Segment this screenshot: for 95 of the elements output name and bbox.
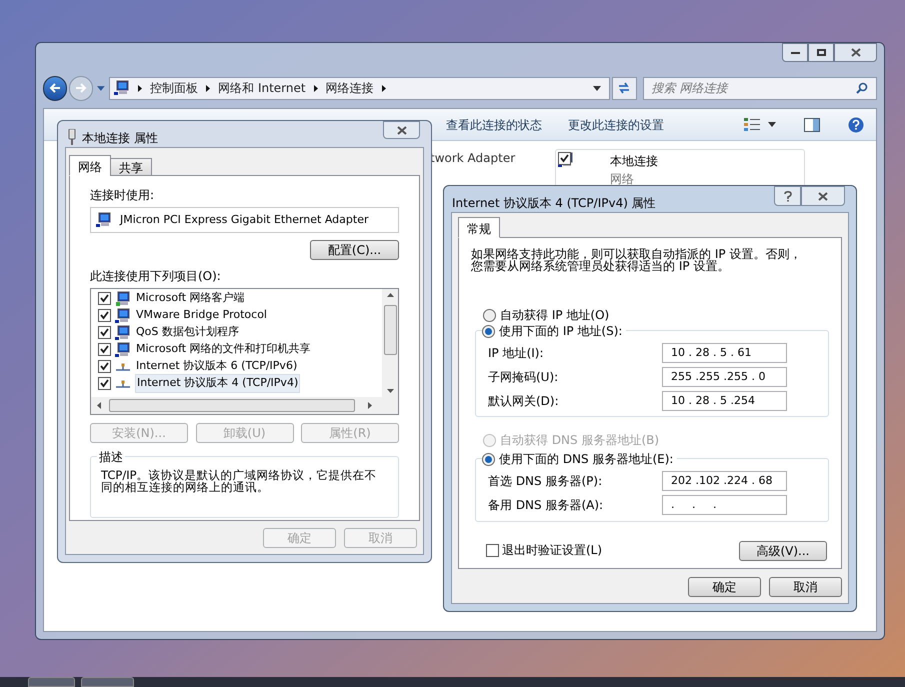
section-label: 连接时使用:: [90, 187, 156, 204]
connection-type: 网络: [610, 171, 636, 188]
computer-icon: [115, 324, 131, 340]
dialog-title: 本地连接 属性: [82, 130, 158, 147]
dropdown-caret-icon[interactable]: [592, 86, 601, 90]
tab[interactable]: 常规: [458, 217, 500, 238]
chevron-icon: [138, 84, 142, 92]
radio-button[interactable]: [482, 452, 495, 466]
view-options-icon[interactable]: [744, 118, 760, 132]
scroll-down-arrow-icon[interactable]: [386, 389, 394, 393]
close-icon: [818, 192, 828, 200]
close-button[interactable]: [801, 186, 845, 206]
description-text: TCP/IP。该协议是默认的广域网络协议，它提供在不同的相互连接的网络上的通讯。: [101, 469, 378, 493]
network-adapter-icon: [96, 212, 112, 228]
protocol-icon: [115, 362, 131, 370]
section-label: 此连接使用下列项目(O):: [90, 268, 222, 285]
back-button[interactable]: [43, 76, 68, 100]
connection-name: 本地连接: [610, 153, 658, 170]
ip-address-field[interactable]: 10 . 28 . 5 .254: [662, 391, 787, 411]
dialog-button[interactable]: 高级(V)...: [739, 541, 827, 561]
radio-button[interactable]: [483, 308, 496, 322]
field-label: IP 地址(I):: [488, 345, 545, 362]
close-icon: [850, 48, 860, 57]
horizontal-scrollbar[interactable]: [91, 397, 398, 414]
preview-pane-icon[interactable]: [804, 118, 820, 132]
scroll-right-arrow-icon[interactable]: [368, 402, 372, 409]
list-item[interactable]: Internet 协议版本 6 (TCP/IPv6): [135, 358, 298, 375]
radio-button[interactable]: [482, 324, 495, 338]
list-item[interactable]: Microsoft 网络客户端: [135, 290, 246, 307]
ip-address-field[interactable]: 255 .255 .255 . 0: [662, 367, 787, 387]
tab[interactable]: 网络: [69, 155, 111, 176]
scroll-up-arrow-icon[interactable]: [386, 293, 394, 297]
chevron-icon: [382, 84, 386, 92]
list-item[interactable]: QoS 数据包计划程序: [135, 324, 240, 341]
field-label: 首选 DNS 服务器(P):: [488, 473, 604, 490]
close-button[interactable]: [834, 43, 877, 62]
breadcrumb-item[interactable]: 网络和 Internet: [218, 79, 306, 97]
checkbox[interactable]: [98, 343, 111, 356]
list-item[interactable]: VMware Bridge Protocol: [135, 307, 268, 324]
checkbox[interactable]: [486, 544, 499, 556]
checkbox-label: 退出时验证设置(L): [502, 542, 602, 559]
right-arrow-icon: [75, 83, 88, 93]
dropdown-caret-icon[interactable]: [768, 122, 776, 127]
toolbar-command[interactable]: 查看此连接的状态: [446, 116, 542, 134]
list-item[interactable]: Microsoft 网络的文件和打印机共享: [135, 341, 312, 358]
field-label: 默认网关(D):: [488, 393, 560, 410]
toolbar-command[interactable]: 更改此连接的设置: [568, 116, 664, 134]
refresh-icon: [617, 82, 632, 94]
refresh-button[interactable]: [612, 76, 637, 100]
dialog-button[interactable]: 配置(C)...: [310, 240, 399, 260]
chevron-icon: [314, 84, 318, 92]
tab[interactable]: 共享: [110, 158, 152, 176]
computer-icon: [115, 290, 131, 306]
adapter-field: JMicron PCI Express Gigabit Ethernet Adapter: [90, 207, 399, 233]
field-label: 备用 DNS 服务器(A):: [488, 497, 604, 514]
network-plug-icon: [68, 129, 76, 145]
group-title: 描述: [97, 448, 125, 466]
radio-label: 自动获得 IP 地址(O): [500, 307, 610, 324]
ip-address-field[interactable]: . . .: [662, 495, 787, 515]
dialog-button[interactable]: 确定: [688, 577, 761, 597]
checkbox[interactable]: [558, 152, 572, 165]
scroll-left-arrow-icon[interactable]: [97, 402, 101, 409]
dialog-button[interactable]: 取消: [769, 577, 842, 597]
field-label: 子网掩码(U):: [488, 369, 560, 386]
checkbox[interactable]: [98, 377, 111, 390]
help-icon[interactable]: [848, 116, 864, 132]
intro-text: 如果网络支持此功能，则可以获取自动指派的 IP 设置。否则，您需要从网络系统管理员处获得适当的 IP 设置。: [470, 248, 802, 272]
computer-icon: [115, 342, 131, 358]
breadcrumb-item[interactable]: 网络连接: [326, 79, 374, 97]
radio-label: 使用下面的 IP 地址(S):: [499, 323, 622, 340]
help-button[interactable]: [774, 186, 801, 206]
control-panel-icon: [114, 80, 130, 96]
help-icon: [784, 190, 792, 202]
list-item[interactable]: Internet 协议版本 4 (TCP/IPv4): [135, 374, 300, 393]
maximize-button[interactable]: [808, 43, 834, 62]
radio-label: 使用下面的 DNS 服务器地址(E):: [499, 451, 674, 468]
search-field[interactable]: 搜索 网络连接: [642, 76, 877, 100]
ip-address-field[interactable]: 10 . 28 . 5 . 61: [662, 343, 787, 363]
minimize-button[interactable]: [782, 43, 808, 62]
checkbox[interactable]: [98, 292, 111, 305]
chevron-icon: [206, 84, 210, 92]
close-button[interactable]: [383, 121, 420, 139]
breadcrumb-item[interactable]: 控制面板: [150, 79, 198, 97]
search-icon: [856, 82, 868, 94]
vertical-scrollbar[interactable]: [382, 289, 398, 397]
close-icon: [396, 126, 406, 134]
computer-icon: [115, 308, 131, 324]
checkbox[interactable]: [98, 360, 111, 373]
ip-address-field[interactable]: 202 .102 .224 . 68: [662, 471, 787, 491]
protocol-icon: [115, 380, 131, 388]
radio-label: 自动获得 DNS 服务器地址(B): [500, 432, 660, 449]
checkbox[interactable]: [98, 309, 111, 322]
checkbox[interactable]: [98, 326, 111, 339]
address-bar[interactable]: 控制面板 网络和 Internet 网络连接: [109, 76, 610, 100]
left-arrow-icon: [49, 83, 62, 93]
